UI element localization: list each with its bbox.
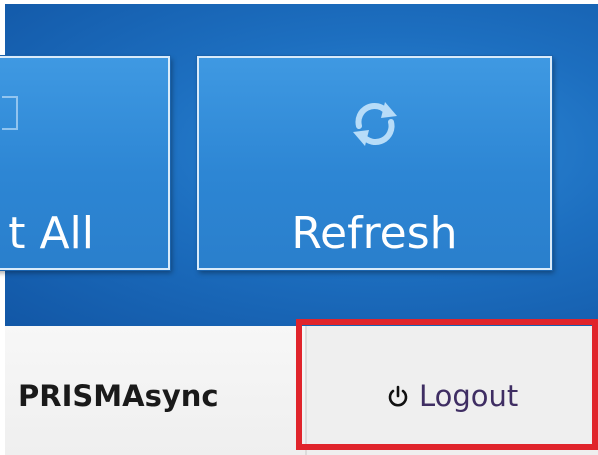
logout-button[interactable]: Logout xyxy=(307,326,598,451)
screen: t All Refresh PRISMAsync Logout xyxy=(0,0,598,455)
refresh-icon xyxy=(352,102,397,146)
power-icon xyxy=(388,385,408,407)
partial-tile-icon xyxy=(2,96,18,130)
logout-label: Logout xyxy=(419,379,519,413)
app-name: PRISMAsync xyxy=(18,379,219,413)
partial-tile-button[interactable]: t All xyxy=(0,56,170,270)
refresh-button[interactable]: Refresh xyxy=(197,56,552,270)
tile-panel: t All Refresh xyxy=(0,4,598,326)
partial-tile-label: t All xyxy=(8,208,94,259)
refresh-label: Refresh xyxy=(291,208,458,259)
logout-content: Logout xyxy=(387,379,518,413)
bottom-bar: PRISMAsync Logout xyxy=(5,326,598,455)
